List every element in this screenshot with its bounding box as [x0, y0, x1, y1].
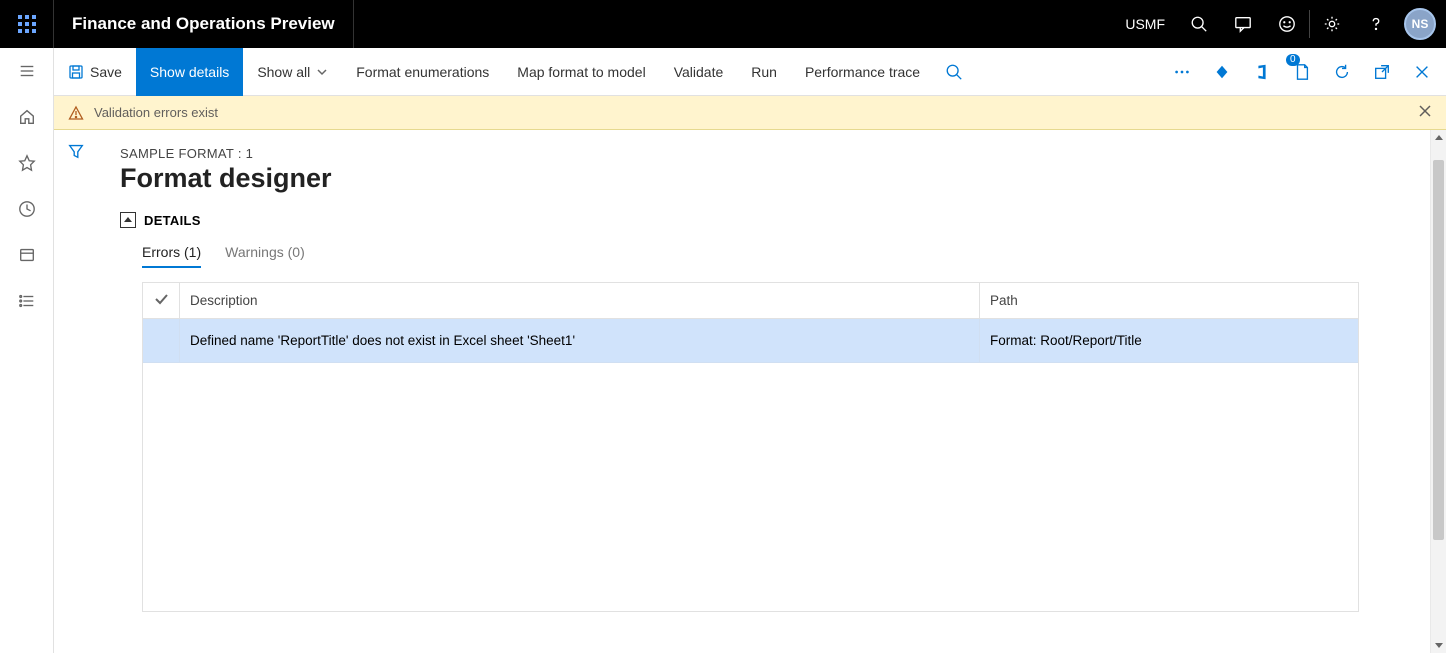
refresh-icon	[1333, 63, 1351, 81]
settings-button[interactable]	[1310, 0, 1354, 48]
format-enumerations-button[interactable]: Format enumerations	[342, 48, 503, 96]
scroll-thumb[interactable]	[1433, 160, 1444, 540]
triangle-up-icon	[1434, 133, 1444, 143]
question-icon	[1367, 15, 1385, 33]
popout-button[interactable]	[1362, 48, 1402, 96]
app-title: Finance and Operations Preview	[54, 0, 354, 48]
errors-grid: Description Path Defined name 'ReportTit…	[142, 282, 1359, 612]
show-all-label: Show all	[257, 64, 310, 80]
row-select-cell[interactable]	[143, 319, 180, 363]
attachments-button[interactable]: 0	[1282, 48, 1322, 96]
details-tabs: Errors (1) Warnings (0)	[120, 244, 1418, 268]
grid-row[interactable]: Defined name 'ReportTitle' does not exis…	[143, 319, 1358, 363]
validate-button[interactable]: Validate	[660, 48, 738, 96]
validate-label: Validate	[674, 64, 724, 80]
smile-icon	[1278, 15, 1296, 33]
chevron-down-icon	[316, 66, 328, 78]
more-actions-button[interactable]	[1162, 48, 1202, 96]
popout-icon	[1373, 63, 1391, 81]
left-nav-rail	[0, 48, 54, 653]
nav-home-button[interactable]	[0, 94, 54, 140]
filter-icon	[67, 142, 85, 160]
feedback-button[interactable]	[1265, 0, 1309, 48]
power-apps-button[interactable]	[1202, 48, 1242, 96]
help-button[interactable]	[1354, 0, 1398, 48]
close-page-button[interactable]	[1402, 48, 1442, 96]
checkmark-icon	[153, 291, 169, 307]
run-label: Run	[751, 64, 777, 80]
ellipsis-icon	[1173, 63, 1191, 81]
details-section-title: DETAILS	[144, 213, 201, 228]
format-enumerations-label: Format enumerations	[356, 64, 489, 80]
star-icon	[18, 154, 36, 172]
attachments-badge: 0	[1286, 54, 1300, 66]
map-format-to-model-button[interactable]: Map format to model	[503, 48, 659, 96]
nav-favorites-button[interactable]	[0, 140, 54, 186]
hamburger-icon	[18, 62, 36, 80]
triangle-up-icon	[124, 216, 132, 224]
collapse-toggle	[120, 212, 136, 228]
search-icon	[945, 63, 963, 81]
app-launcher-button[interactable]	[0, 0, 54, 48]
column-select[interactable]	[143, 283, 180, 319]
details-section-toggle[interactable]: DETAILS	[120, 212, 1418, 228]
action-bar: Save Show details Show all Format enumer…	[54, 48, 1446, 96]
row-path-cell: Format: Root/Report/Title	[980, 319, 1359, 363]
validation-message-text: Validation errors exist	[94, 105, 218, 120]
nav-workspaces-button[interactable]	[0, 232, 54, 278]
nav-modules-button[interactable]	[0, 278, 54, 324]
search-icon	[1190, 15, 1208, 33]
clock-icon	[18, 200, 36, 218]
triangle-down-icon	[1434, 640, 1444, 650]
show-details-button[interactable]: Show details	[136, 48, 243, 96]
global-header: Finance and Operations Preview USMF NS	[0, 0, 1446, 48]
chat-icon	[1234, 15, 1252, 33]
home-icon	[18, 108, 36, 126]
vertical-scrollbar[interactable]	[1430, 130, 1446, 653]
gear-icon	[1323, 15, 1341, 33]
page-title: Format designer	[120, 163, 1418, 194]
save-icon	[68, 64, 84, 80]
nav-recent-button[interactable]	[0, 186, 54, 232]
action-search-button[interactable]	[934, 48, 974, 96]
close-icon	[1413, 63, 1431, 81]
refresh-button[interactable]	[1322, 48, 1362, 96]
nav-expand-button[interactable]	[0, 48, 54, 94]
tab-warnings[interactable]: Warnings (0)	[225, 244, 305, 268]
run-button[interactable]: Run	[737, 48, 791, 96]
office-icon	[1253, 63, 1271, 81]
scroll-down-button[interactable]	[1431, 637, 1446, 653]
scroll-up-button[interactable]	[1431, 130, 1446, 146]
map-format-label: Map format to model	[517, 64, 645, 80]
show-all-button[interactable]: Show all	[243, 48, 342, 96]
filter-pane-toggle[interactable]	[54, 130, 98, 653]
row-description-cell: Defined name 'ReportTitle' does not exis…	[180, 319, 980, 363]
close-icon	[1418, 104, 1432, 118]
save-label: Save	[90, 64, 122, 80]
perf-trace-label: Performance trace	[805, 64, 920, 80]
user-avatar[interactable]: NS	[1404, 8, 1436, 40]
show-details-label: Show details	[150, 64, 229, 80]
list-icon	[18, 292, 36, 310]
tab-errors[interactable]: Errors (1)	[142, 244, 201, 268]
legal-entity-label[interactable]: USMF	[1113, 16, 1177, 32]
waffle-icon	[18, 15, 36, 33]
save-button[interactable]: Save	[54, 48, 136, 96]
column-path[interactable]: Path	[980, 283, 1359, 319]
workspace-icon	[18, 246, 36, 264]
global-search-button[interactable]	[1177, 0, 1221, 48]
warning-icon	[68, 105, 84, 121]
breadcrumb: SAMPLE FORMAT : 1	[120, 146, 1418, 161]
office-button[interactable]	[1242, 48, 1282, 96]
message-close-button[interactable]	[1418, 104, 1432, 121]
column-description[interactable]: Description	[180, 283, 980, 319]
messages-button[interactable]	[1221, 0, 1265, 48]
validation-message-bar: Validation errors exist	[54, 96, 1446, 130]
performance-trace-button[interactable]: Performance trace	[791, 48, 934, 96]
diamond-icon	[1213, 63, 1231, 81]
